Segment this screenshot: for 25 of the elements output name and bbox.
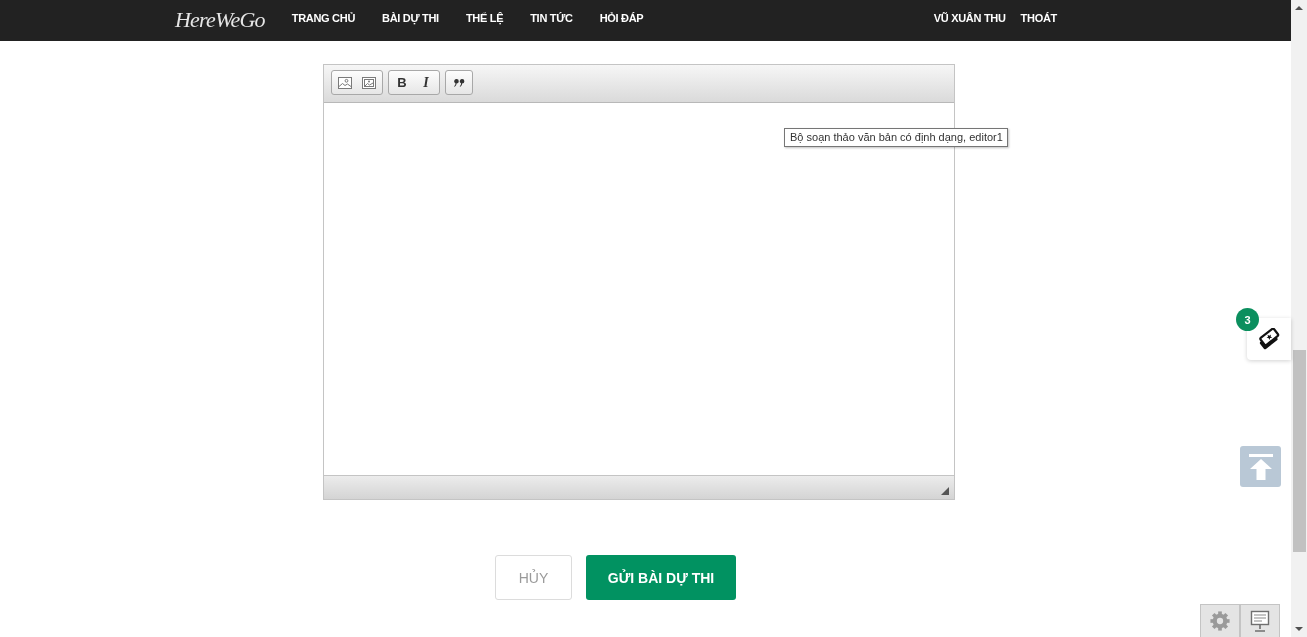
image-icon	[338, 76, 352, 89]
logout-link[interactable]: THOÁT	[1020, 11, 1057, 25]
scroll-down-icon[interactable]	[1295, 627, 1303, 631]
nav-link[interactable]: TRANG CHỦ	[291, 11, 356, 25]
scrollbar-thumb[interactable]	[1292, 350, 1306, 552]
nav-link[interactable]: HỎI ĐÁP	[599, 11, 644, 25]
user-name-link[interactable]: VŨ XUÂN THU	[933, 11, 1006, 25]
settings-icon	[1210, 611, 1230, 631]
submit-button[interactable]: GỬI BÀI DỰ THI	[586, 555, 736, 600]
nav-link[interactable]: BÀI DỰ THI	[382, 11, 439, 25]
scroll-up-icon[interactable]	[1295, 6, 1303, 10]
count-badge: 3	[1236, 308, 1259, 331]
bold-button[interactable]: B	[390, 71, 414, 94]
italic-button[interactable]: I	[414, 71, 438, 94]
presentation-board-icon	[1250, 610, 1270, 632]
logo[interactable]: HereWeGo	[175, 2, 265, 34]
arrow-up-to-line-icon	[1247, 453, 1274, 480]
nav-link[interactable]: THỂ LỆ	[465, 11, 504, 25]
ticket-widget-button[interactable]	[1247, 318, 1291, 360]
resize-grip-icon[interactable]	[941, 487, 949, 495]
framed-image-icon	[362, 76, 376, 89]
nav-link[interactable]: TIN TỨC	[530, 11, 573, 25]
presentation-button[interactable]	[1240, 604, 1280, 637]
quote-icon	[453, 78, 465, 87]
tooltip: Bộ soạn thảo văn bản có định dạng, editor1	[784, 128, 1008, 147]
